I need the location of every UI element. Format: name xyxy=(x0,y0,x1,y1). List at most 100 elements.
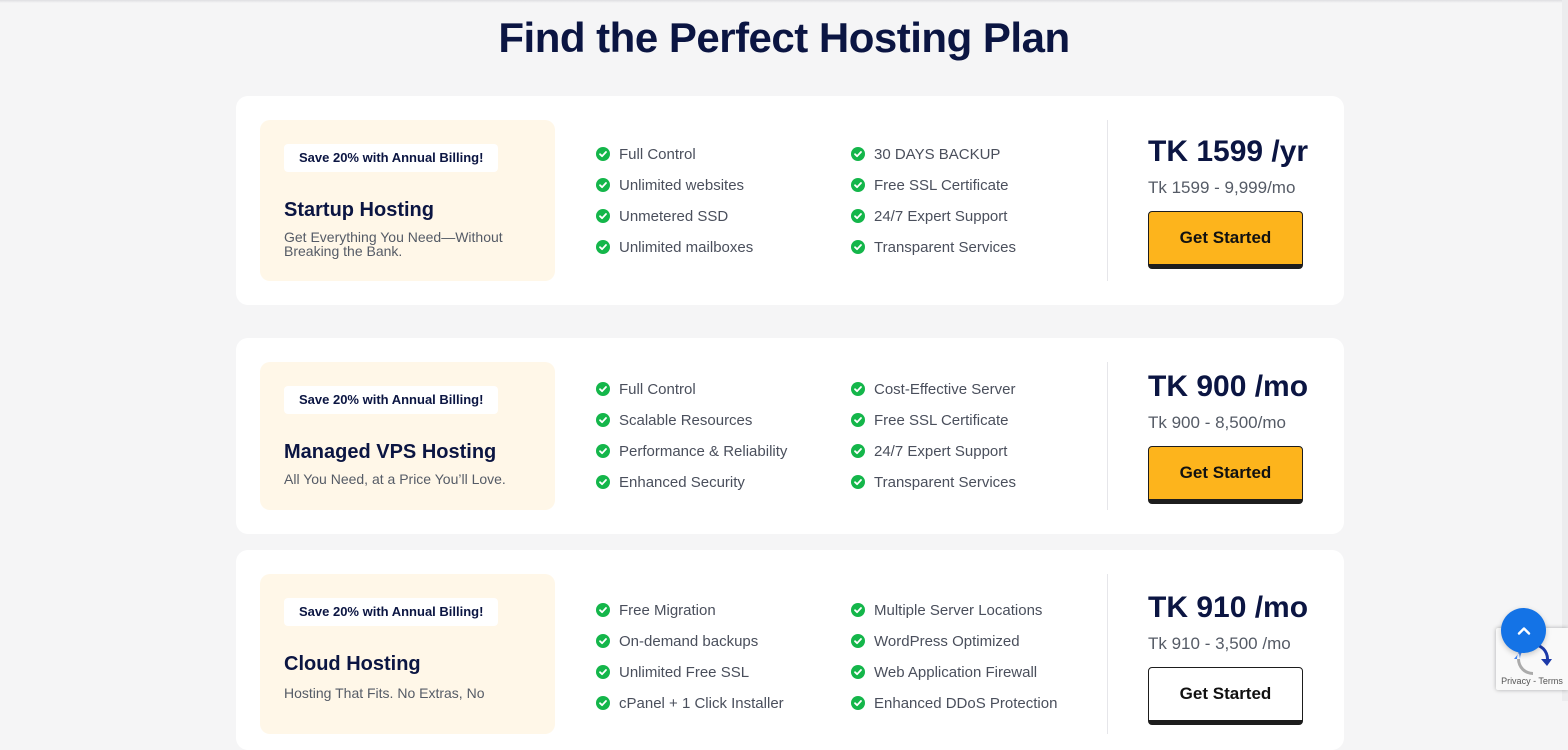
feature-item: Enhanced DDoS Protection xyxy=(851,693,1057,713)
check-circle-icon xyxy=(851,634,865,648)
plan-price: TK 900 /mo xyxy=(1148,370,1309,403)
check-circle-icon xyxy=(851,382,865,396)
privacy-link[interactable]: Privacy xyxy=(1501,676,1531,686)
plan-info-box: Save 20% with Annual Billing! Startup Ho… xyxy=(260,120,555,281)
check-circle-icon xyxy=(596,475,610,489)
annual-billing-badge: Save 20% with Annual Billing! xyxy=(284,386,499,414)
feature-item: Transparent Services xyxy=(851,237,1016,257)
annual-billing-badge: Save 20% with Annual Billing! xyxy=(284,144,499,172)
check-circle-icon xyxy=(596,603,610,617)
feature-label: Full Control xyxy=(619,380,696,398)
plan-price-range: Tk 900 - 8,500/mo xyxy=(1148,413,1286,432)
feature-item: Performance & Reliability xyxy=(596,441,787,461)
feature-label: Web Application Firewall xyxy=(874,663,1038,681)
terms-link[interactable]: Terms xyxy=(1538,676,1563,686)
feature-item: Free SSL Certificate xyxy=(851,410,1009,430)
check-circle-icon xyxy=(596,240,610,254)
feature-label: Transparent Services xyxy=(874,473,1017,491)
feature-item: 24/7 Expert Support xyxy=(851,206,1007,226)
feature-label: Free Migration xyxy=(619,601,716,619)
check-circle-icon xyxy=(851,665,865,679)
feature-item: Scalable Resources xyxy=(596,410,752,430)
feature-label: Unlimited Free SSL xyxy=(619,663,750,681)
check-circle-icon xyxy=(851,603,865,617)
scrollbar-track[interactable] xyxy=(1562,0,1568,701)
check-circle-icon xyxy=(851,240,865,254)
feature-label: Enhanced Security xyxy=(619,473,745,491)
feature-item: WordPress Optimized xyxy=(851,631,1020,651)
feature-label: Free SSL Certificate xyxy=(874,411,1009,429)
plan-price: TK 910 /mo xyxy=(1148,591,1309,624)
check-circle-icon xyxy=(596,696,610,710)
check-circle-icon xyxy=(596,178,610,192)
check-circle-icon xyxy=(596,444,610,458)
divider xyxy=(1107,120,1108,281)
feature-item: 24/7 Expert Support xyxy=(851,441,1007,461)
feature-label: Unlimited websites xyxy=(619,176,745,194)
feature-item: Transparent Services xyxy=(851,472,1016,492)
check-circle-icon xyxy=(851,209,865,223)
plan-card-managed-vps-hosting: Save 20% with Annual Billing! Managed VP… xyxy=(236,338,1344,534)
feature-item: Full Control xyxy=(596,144,696,164)
plan-card-cloud-hosting: Save 20% with Annual Billing! Cloud Host… xyxy=(236,550,1344,750)
feature-label: On-demand backups xyxy=(619,632,759,650)
header-shadow xyxy=(0,0,1568,3)
feature-item: Cost-Effective Server xyxy=(851,379,1015,399)
feature-label: 24/7 Expert Support xyxy=(874,442,1008,460)
plan-name: Cloud Hosting xyxy=(284,653,421,675)
plan-card-startup-hosting: Save 20% with Annual Billing! Startup Ho… xyxy=(236,96,1344,305)
check-circle-icon xyxy=(596,382,610,396)
page-title: Find the Perfect Hosting Plan xyxy=(498,14,1070,61)
get-started-button[interactable]: Get Started xyxy=(1148,211,1303,269)
check-circle-icon xyxy=(851,413,865,427)
get-started-button[interactable]: Get Started xyxy=(1148,446,1303,504)
feature-item: 30 DAYS BACKUP xyxy=(851,144,1000,164)
divider xyxy=(1107,362,1108,510)
feature-label: Free SSL Certificate xyxy=(874,176,1009,194)
feature-label: Multiple Server Locations xyxy=(874,601,1043,619)
divider xyxy=(1107,574,1108,734)
plan-name: Startup Hosting xyxy=(284,199,434,221)
feature-item: Unlimited Free SSL xyxy=(596,662,749,682)
check-circle-icon xyxy=(596,413,610,427)
feature-label: Cost-Effective Server xyxy=(874,380,1016,398)
plan-price-range: Tk 910 - 3,500 /mo xyxy=(1148,634,1291,653)
feature-item: Free Migration xyxy=(596,600,716,620)
feature-label: cPanel + 1 Click Installer xyxy=(619,694,784,712)
get-started-button[interactable]: Get Started xyxy=(1148,667,1303,725)
feature-item: Web Application Firewall xyxy=(851,662,1037,682)
feature-label: Unlimited mailboxes xyxy=(619,238,754,256)
feature-item: On-demand backups xyxy=(596,631,758,651)
check-circle-icon xyxy=(851,444,865,458)
feature-label: WordPress Optimized xyxy=(874,632,1020,650)
plan-name: Managed VPS Hosting xyxy=(284,441,497,463)
feature-item: cPanel + 1 Click Installer xyxy=(596,693,784,713)
plan-tagline: Get Everything You Need—Without Breaking… xyxy=(284,229,503,259)
feature-label: Enhanced DDoS Protection xyxy=(874,694,1058,712)
plan-tagline: Hosting That Fits. No Extras, No xyxy=(284,685,485,701)
annual-billing-badge: Save 20% with Annual Billing! xyxy=(284,598,499,626)
plan-info-box: Save 20% with Annual Billing! Managed VP… xyxy=(260,362,555,510)
scroll-to-top-button[interactable] xyxy=(1501,608,1546,653)
feature-label: Unmetered SSD xyxy=(619,207,729,225)
plan-tagline: All You Need, at a Price You’ll Love. xyxy=(284,471,506,487)
check-circle-icon xyxy=(596,665,610,679)
feature-label: Transparent Services xyxy=(874,238,1017,256)
feature-item: Multiple Server Locations xyxy=(851,600,1042,620)
plan-price: TK 1599 /yr xyxy=(1148,135,1309,168)
check-circle-icon xyxy=(596,634,610,648)
recaptcha-links: Privacy - Terms xyxy=(1496,676,1568,686)
feature-item: Unmetered SSD xyxy=(596,206,728,226)
check-circle-icon xyxy=(596,209,610,223)
check-circle-icon xyxy=(851,147,865,161)
feature-item: Unlimited websites xyxy=(596,175,744,195)
check-circle-icon xyxy=(851,696,865,710)
feature-item: Enhanced Security xyxy=(596,472,745,492)
plan-info-box: Save 20% with Annual Billing! Cloud Host… xyxy=(260,574,555,734)
feature-label: 30 DAYS BACKUP xyxy=(874,145,1001,163)
feature-label: 24/7 Expert Support xyxy=(874,207,1008,225)
feature-item: Unlimited mailboxes xyxy=(596,237,753,257)
chevron-up-icon xyxy=(1517,626,1530,635)
plan-price-range: Tk 1599 - 9,999/mo xyxy=(1148,178,1296,197)
feature-label: Full Control xyxy=(619,145,696,163)
